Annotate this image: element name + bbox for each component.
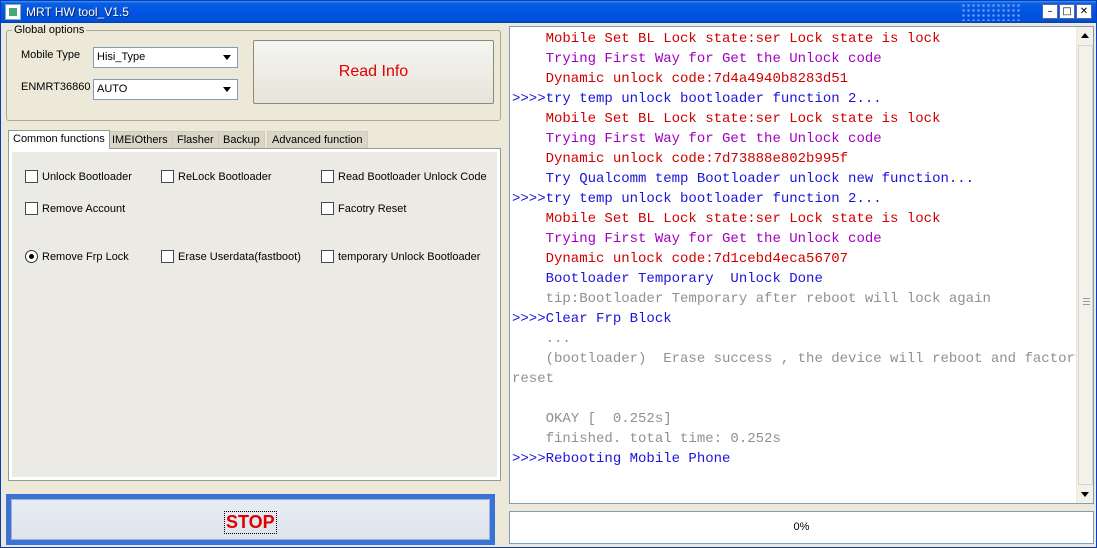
chevron-down-icon[interactable] [219,81,236,98]
log-line: Mobile Set BL Lock state:ser Lock state … [512,31,941,47]
log-line: Mobile Set BL Lock state:ser Lock state … [512,111,941,127]
temp-unlock-bl-label: temporary Unlock Bootloader [338,250,481,263]
log-line: finished. total time: 0.252s [512,431,781,447]
log-line: Dynamic unlock code:7d4a4940b8283d51 [512,71,849,87]
log-line: >>>>Clear Frp Block [512,311,672,327]
read-bl-unlock-code-checkbox[interactable]: Read Bootloader Unlock Code [321,169,487,184]
enmrt-label: ENMRT36860 [21,81,91,93]
remove-frp-lock-radio[interactable]: Remove Frp Lock [25,249,129,264]
app-icon [5,4,21,20]
radio-selected-icon[interactable] [25,250,38,263]
title-bar[interactable]: MRT HW tool_V1.5 – □ ✕ [1,1,1096,23]
log-line: >>>>try temp unlock bootloader function … [512,191,882,207]
global-options-label: Global options [12,24,87,36]
read-bl-unlock-code-label: Read Bootloader Unlock Code [338,170,487,183]
log-line: Try Qualcomm temp Bootloader unlock new … [512,171,975,187]
common-functions-panel [8,148,501,481]
log-line: OKAY [ 0.252s] [512,411,672,427]
log-line: Trying First Way for Get the Unlock code [512,51,882,67]
unlock-bootloader-checkbox[interactable]: Unlock Bootloader [25,169,132,184]
log-line: >>>>try temp unlock bootloader function … [512,91,882,107]
relock-bootloader-label: ReLock Bootloader [178,170,272,183]
log-line: (bootloader) Erase success , the device … [512,351,1084,367]
grip-icon [1083,298,1090,305]
log-line: Dynamic unlock code:7d73888e802b995f [512,151,849,167]
checkbox-box[interactable] [321,170,334,183]
checkbox-box[interactable] [321,202,334,215]
scroll-down-icon[interactable] [1078,487,1093,502]
log-line: ... [512,331,571,347]
log-line: Trying First Way for Get the Unlock code [512,131,882,147]
remove-frp-lock-label: Remove Frp Lock [42,250,129,263]
mobile-type-select[interactable]: Hisi_Type [93,47,238,68]
remove-account-label: Remove Account [42,202,126,215]
progress-bar: 0% [509,511,1094,544]
checkbox-box[interactable] [25,202,38,215]
log-line: >>>>Rebooting Mobile Phone [512,451,731,467]
checkbox-box[interactable] [161,170,174,183]
chevron-down-icon[interactable] [219,49,236,66]
factory-reset-label: Facotry Reset [338,202,407,215]
tab-flasher[interactable]: Flasher [172,131,219,148]
scroll-up-icon[interactable] [1078,28,1093,43]
log-output[interactable]: Mobile Set BL Lock state:ser Lock state … [509,26,1094,504]
stop-label: STOP [224,511,277,534]
log-line: Mobile Set BL Lock state:ser Lock state … [512,211,941,227]
factory-reset-checkbox[interactable]: Facotry Reset [321,201,406,216]
tab-imei-others[interactable]: IMEIOthers [107,131,173,148]
remove-account-checkbox[interactable]: Remove Account [25,201,125,216]
tab-advanced-function[interactable]: Advanced function [267,131,368,148]
enmrt-value: AUTO [97,83,128,95]
tab-common-functions[interactable]: Common functions [8,130,110,149]
progress-text: 0% [793,521,810,533]
unlock-bootloader-label: Unlock Bootloader [42,170,132,183]
stop-button-frame: STOP [6,494,495,545]
log-lines: Mobile Set BL Lock state:ser Lock state … [512,29,1084,469]
checkbox-box[interactable] [161,250,174,263]
read-info-button[interactable]: Read Info [253,40,494,104]
erase-userdata-label: Erase Userdata(fastboot) [178,250,301,263]
mobile-type-label: Mobile Type [21,49,81,61]
relock-bootloader-checkbox[interactable]: ReLock Bootloader [161,169,272,184]
log-scrollbar[interactable] [1076,27,1093,503]
mobile-type-value: Hisi_Type [97,51,146,63]
enmrt-select[interactable]: AUTO [93,79,238,100]
temp-unlock-bl-checkbox[interactable]: temporary Unlock Bootloader [321,249,480,264]
maximize-button[interactable]: □ [1059,4,1075,19]
checkbox-box[interactable] [25,170,38,183]
log-line: Trying First Way for Get the Unlock code [512,231,882,247]
log-line: tip:Bootloader Temporary after reboot wi… [512,291,991,307]
app-window: MRT HW tool_V1.5 – □ ✕ Global options Mo… [0,0,1097,548]
log-line: Dynamic unlock code:7d1cebd4eca56707 [512,251,849,267]
scroll-thumb[interactable] [1078,45,1093,485]
erase-userdata-checkbox[interactable]: Erase Userdata(fastboot) [161,249,301,264]
minimize-button[interactable]: – [1042,4,1058,19]
tab-backup[interactable]: Backup [218,131,265,148]
log-line: Bootloader Temporary Unlock Done [512,271,823,287]
stop-button[interactable]: STOP [11,499,490,540]
close-button[interactable]: ✕ [1076,4,1092,19]
checkbox-box[interactable] [321,250,334,263]
title-bar-decoration [961,3,1021,21]
log-line: reset [512,371,555,387]
window-title: MRT HW tool_V1.5 [26,5,129,19]
